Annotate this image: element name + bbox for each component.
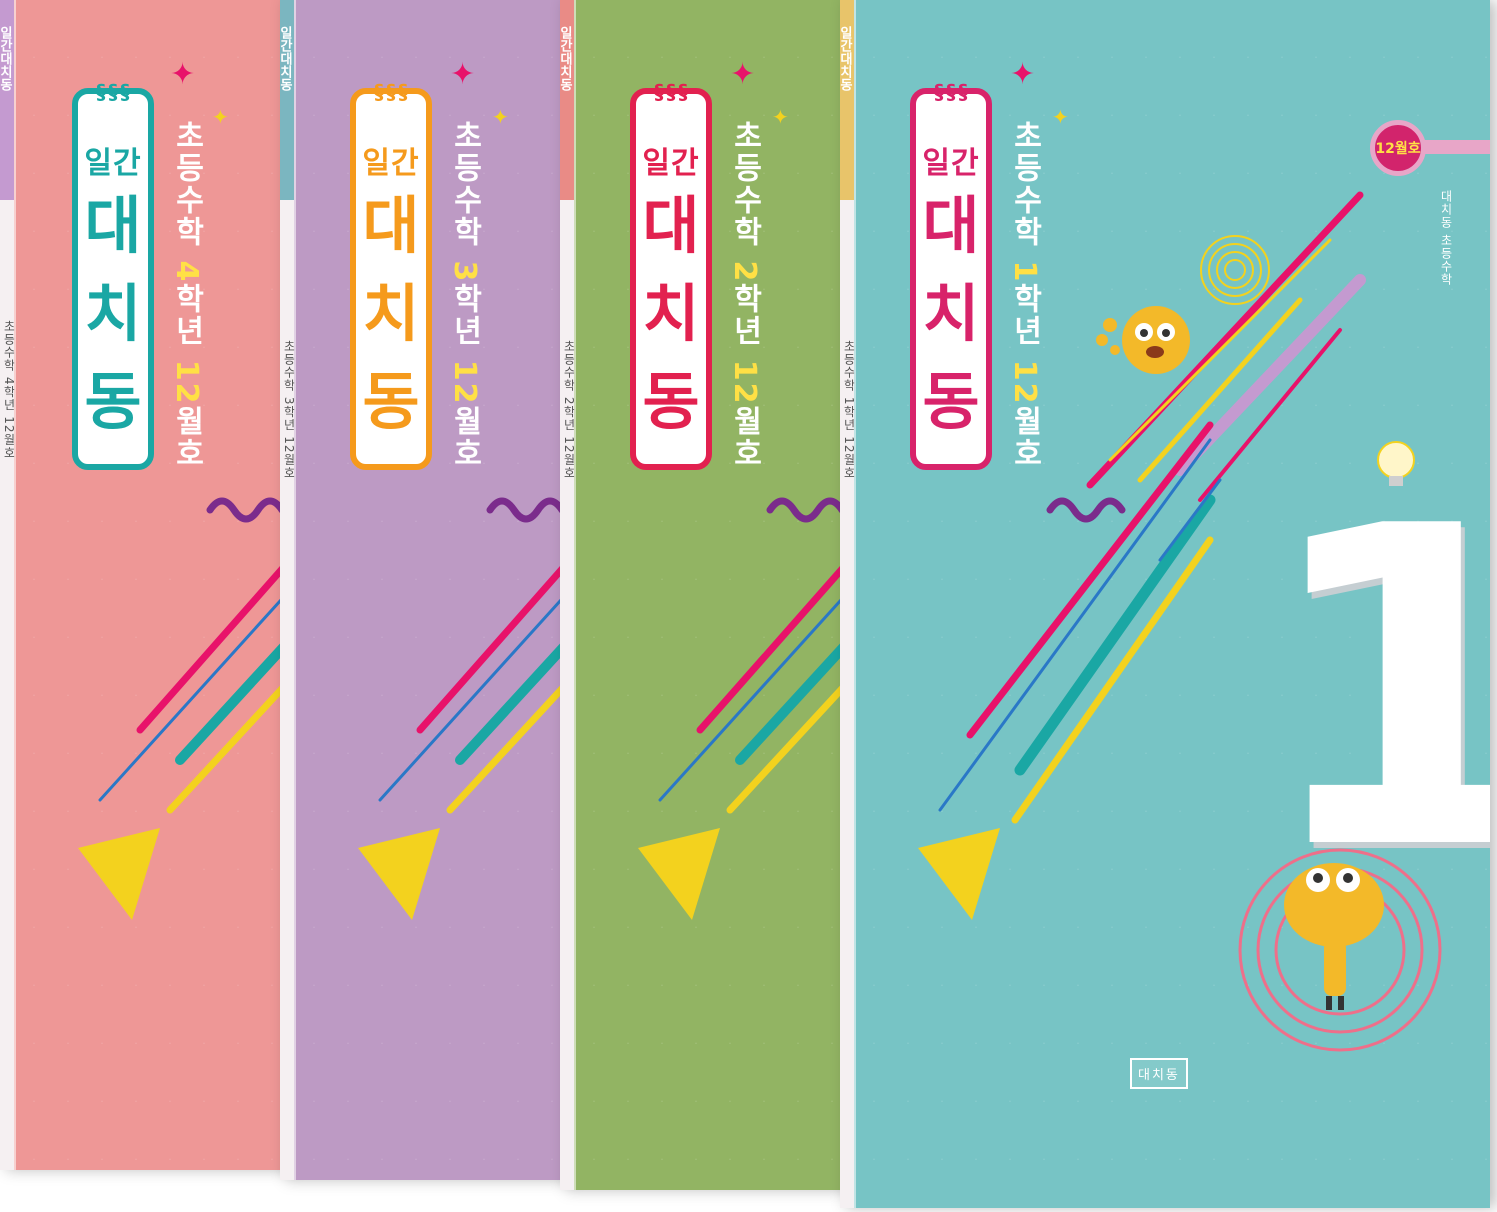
book-cover-grade-1: 일간대치동 초등수학 1학년 12월호 §§§ 일간 대 치 동 초등수학 1학…	[840, 0, 1490, 1208]
book-cover-grade-4: 일간대치동 초등수학 4학년 12월호 §§§ 일간 대 치 동 초등수학 4학…	[0, 0, 290, 1170]
mascot-character-icon	[1096, 306, 1190, 374]
decorative-stripes	[358, 497, 570, 920]
big-numeral: 1	[1258, 434, 1490, 946]
book-cover-grade-3: 일간대치동 초등수학 3학년 12월호 §§§ 일간 대 치 동 초등수학 3학…	[280, 0, 570, 1180]
decorative-stripes	[638, 497, 850, 920]
book-cover-grade-2: 일간대치동 초등수학 2학년 12월호 §§§ 일간 대 치 동 초등수학 2학…	[560, 0, 850, 1190]
target-circles	[1200, 235, 1270, 305]
publisher-logo: 대치동	[1130, 1058, 1188, 1089]
decorative-stripes	[78, 497, 290, 920]
